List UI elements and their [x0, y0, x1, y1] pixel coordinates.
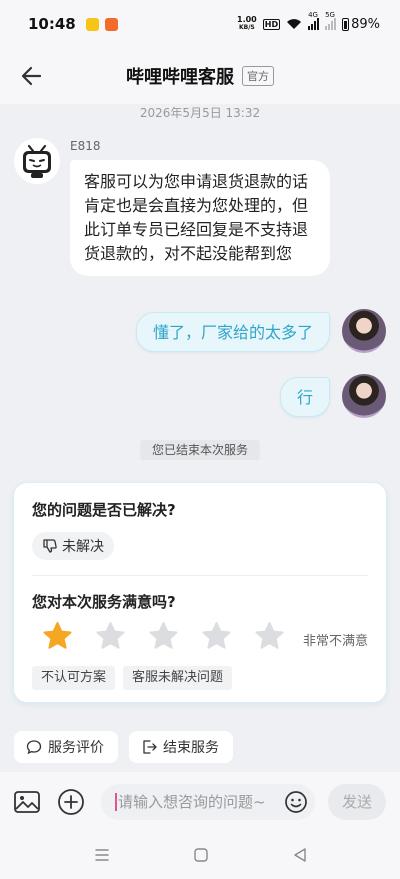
exit-icon: [143, 740, 157, 754]
service-evaluation-button[interactable]: 服务评价: [14, 731, 118, 763]
rating-text: 非常不满意: [302, 634, 368, 649]
home-square-icon[interactable]: [192, 846, 210, 864]
star-empty-icon[interactable]: [148, 621, 179, 652]
bot-avatar[interactable]: [14, 138, 60, 184]
quick-actions: 服务评价 结束服务: [14, 731, 233, 763]
unresolved-label: 未解决: [62, 539, 104, 555]
send-button[interactable]: 发送: [328, 784, 386, 820]
battery-icon: [342, 17, 350, 31]
feedback-tag[interactable]: 客服未解决问题: [123, 666, 233, 690]
message-timestamp: 2026年5月5日 13:32: [139, 106, 261, 120]
chat-bubble-icon: [26, 740, 42, 755]
header: 哔哩哔哩客服 官方: [0, 48, 400, 104]
network-5g-label: 5G: [325, 11, 335, 19]
chat-area[interactable]: 2026年5月5日 13:32 E818 客服可以为您申请退货退款的话肯定也是会…: [0, 104, 400, 772]
emoji-icon[interactable]: [284, 790, 308, 814]
speed-unit: KB/S: [239, 24, 255, 31]
user-avatar[interactable]: [342, 309, 386, 353]
input-bar: 发送: [0, 772, 400, 832]
star-empty-icon[interactable]: [201, 621, 232, 652]
signal-5g: 5G: [325, 11, 337, 30]
user-message-bubble: 行: [279, 377, 330, 417]
signal-4g: 4G: [308, 11, 320, 30]
text-cursor: [115, 793, 117, 811]
feedback-tag[interactable]: 不认可方案: [32, 666, 116, 690]
notification-app-icon: [85, 17, 99, 31]
bilibili-tv-mascot-icon: [23, 144, 51, 178]
status-time: 10:48: [28, 15, 76, 33]
bot-message-bubble: 客服可以为您申请退货退款的话肯定也是会直接为您处理的，但此订单专员已经回复是不支…: [70, 160, 330, 276]
back-arrow-icon[interactable]: [18, 62, 46, 90]
network-speed: 1.00 KB/S: [237, 16, 257, 32]
end-service-button[interactable]: 结束服务: [129, 731, 233, 763]
status-right: 1.00 KB/S HD 4G 5G 89%: [237, 11, 380, 32]
star-empty-icon[interactable]: [254, 621, 285, 652]
status-bar: 10:48 1.00 KB/S HD 4G 5G 89%: [0, 0, 400, 48]
unresolved-button[interactable]: 未解决: [32, 532, 114, 560]
satisfaction-question: 您对本次服务满意吗?: [32, 593, 176, 611]
card-divider: [32, 575, 368, 576]
page-title: 哔哩哔哩客服: [126, 67, 234, 88]
notification-app-icon: [104, 17, 118, 31]
menu-lines-icon[interactable]: [93, 846, 111, 864]
network-4g-label: 4G: [308, 11, 318, 19]
resolved-question: 您的问题是否已解决?: [32, 501, 176, 519]
session-ended-tip: 您已结束本次服务: [140, 440, 260, 460]
satisfaction-survey-card: 您的问题是否已解决? 未解决 您对本次服务满意吗? 非常不满意 不认可方案 客服…: [13, 482, 387, 703]
feedback-tags: 不认可方案 客服未解决问题: [32, 666, 233, 690]
service-evaluation-label: 服务评价: [48, 740, 104, 756]
hd-badge: HD: [262, 18, 281, 30]
speed-value: 1.00: [237, 15, 257, 24]
star-empty-icon[interactable]: [95, 621, 126, 652]
wifi-icon: [287, 19, 302, 29]
message-input-wrapper: [101, 784, 315, 820]
back-triangle-icon[interactable]: [291, 846, 309, 864]
thumbs-down-icon: [43, 539, 57, 553]
official-badge: 官方: [242, 66, 274, 86]
signal-bars-icon: [325, 18, 337, 30]
message-input[interactable]: [118, 793, 268, 811]
user-avatar[interactable]: [342, 374, 386, 418]
star-filled-icon[interactable]: [42, 621, 73, 652]
battery: 89%: [342, 17, 380, 32]
status-app-icons: [85, 17, 118, 31]
add-plus-icon[interactable]: [57, 788, 85, 816]
battery-level: 89%: [351, 16, 380, 32]
star-rating[interactable]: [42, 621, 285, 652]
system-nav-bar: [0, 832, 400, 879]
user-message-bubble: 懂了，厂家给的太多了: [135, 312, 330, 352]
bot-name: E818: [70, 139, 101, 153]
end-service-label: 结束服务: [163, 740, 219, 756]
image-picker-icon[interactable]: [13, 788, 41, 816]
signal-bars-icon: [308, 18, 320, 30]
